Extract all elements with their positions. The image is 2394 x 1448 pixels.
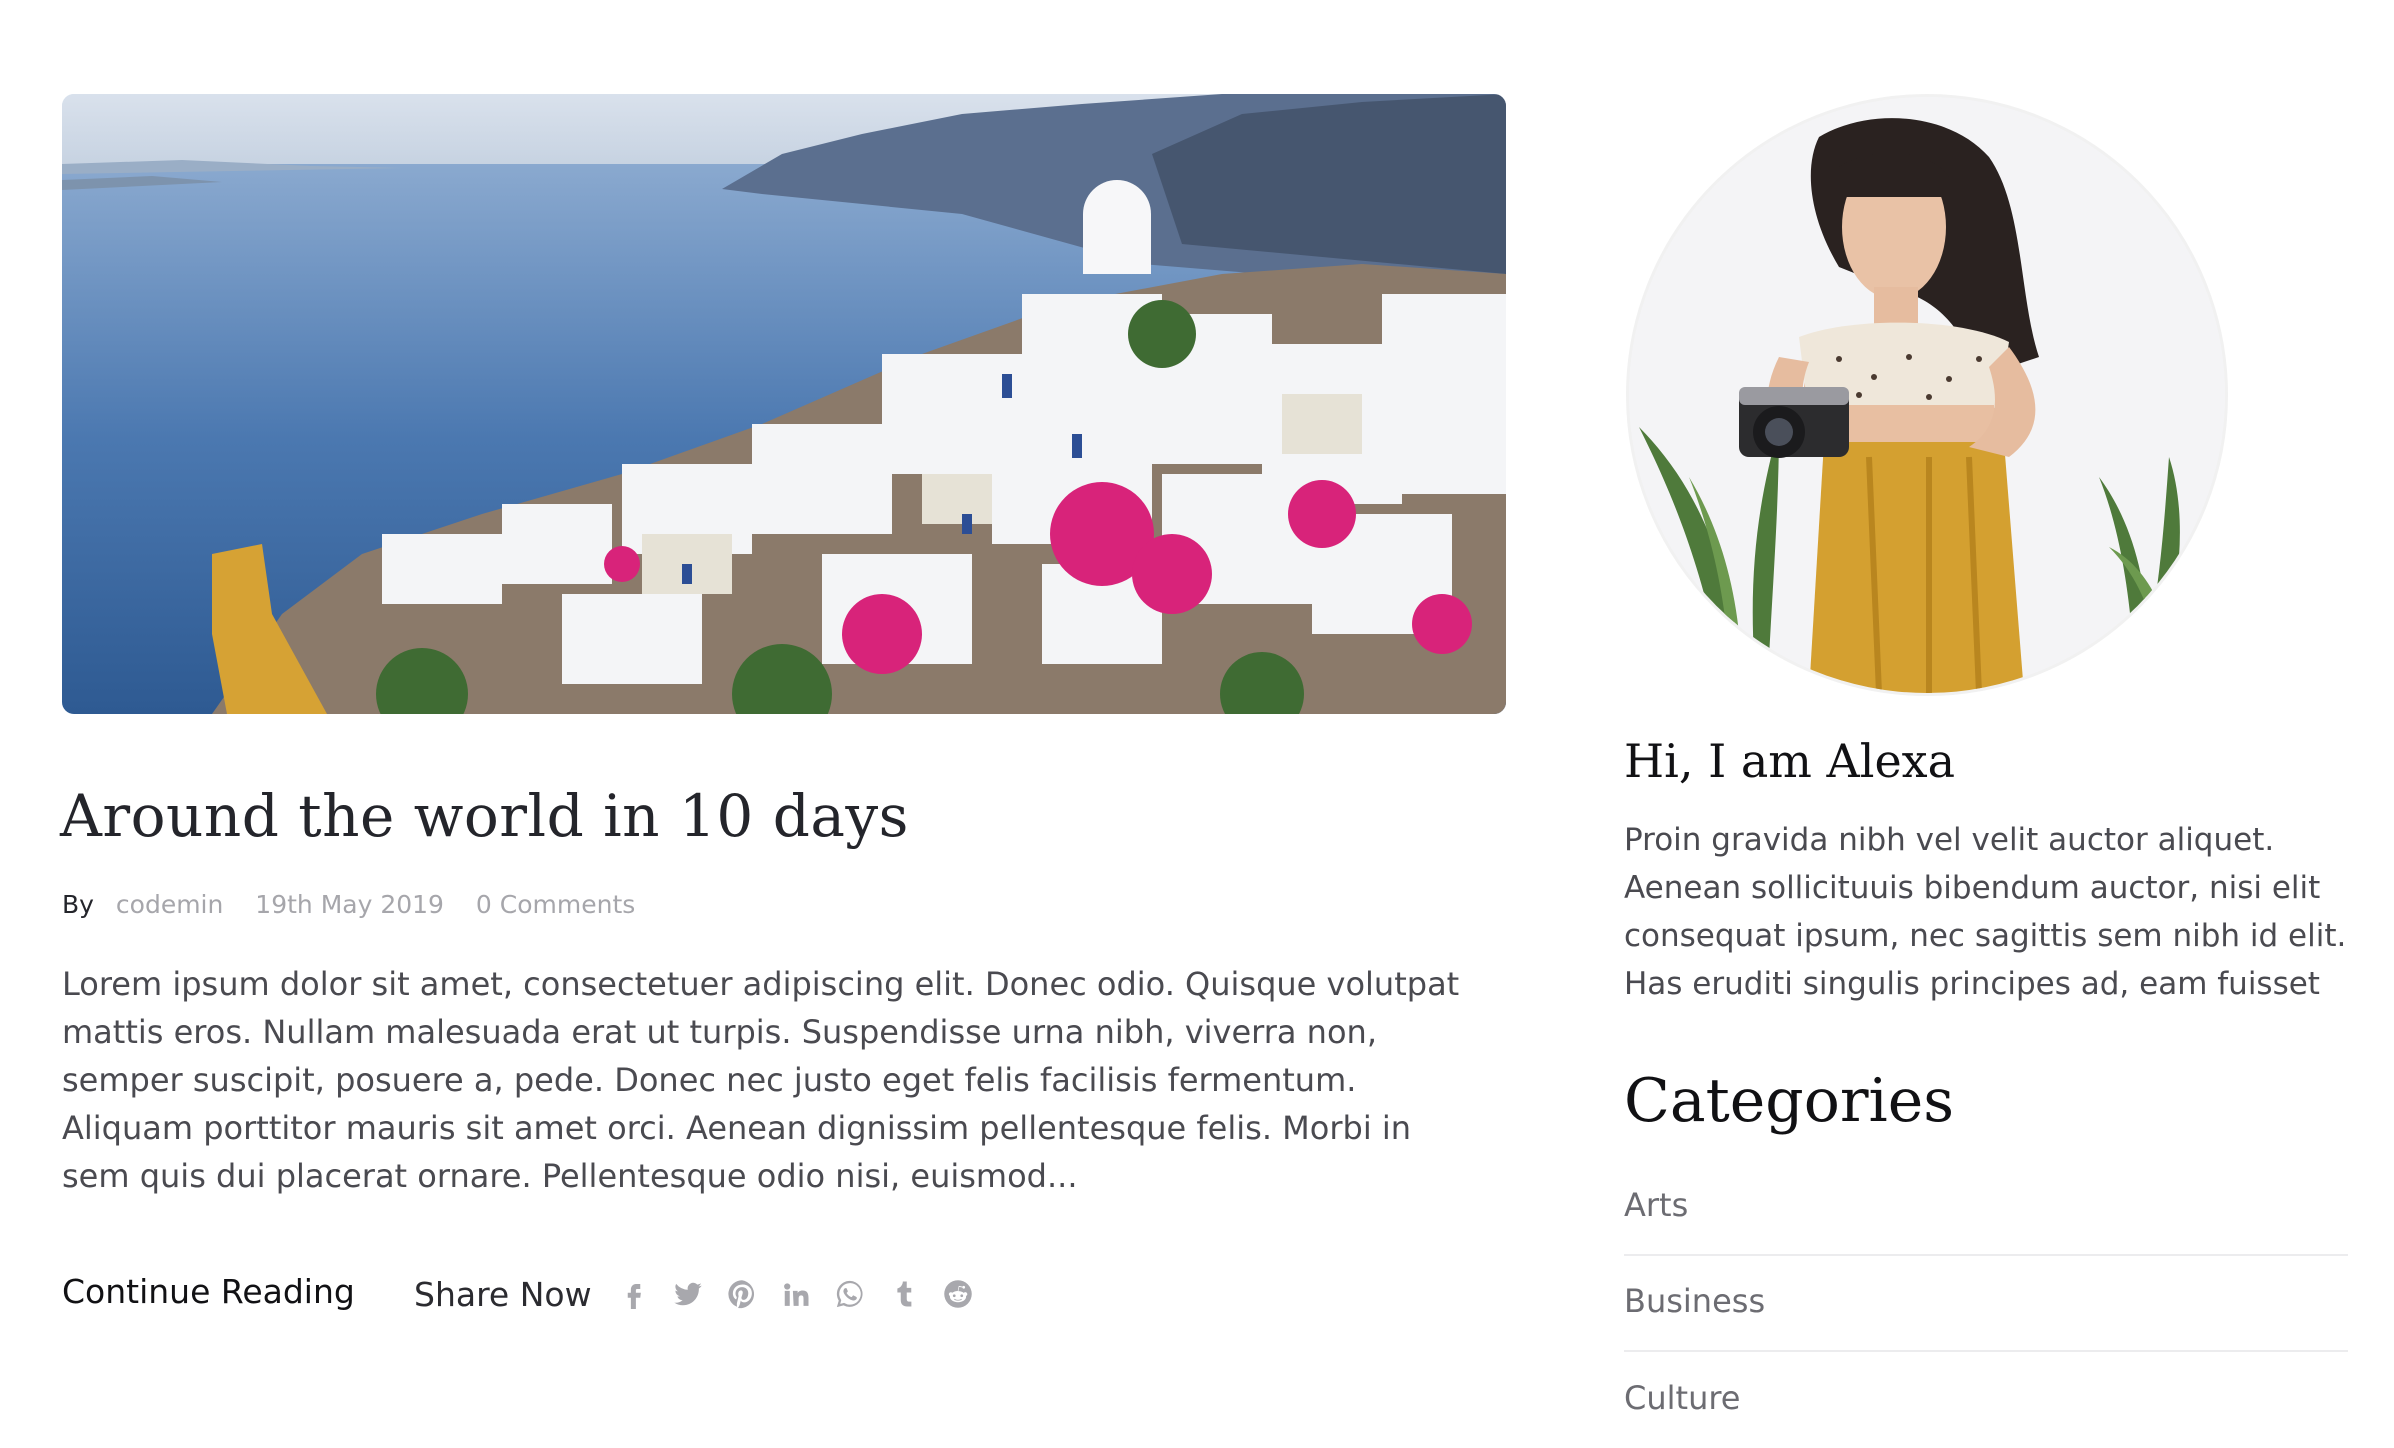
post-author-link[interactable]: codemin xyxy=(116,890,223,919)
santorini-illustration xyxy=(62,94,1506,714)
post-title[interactable]: Around the world in 10 days xyxy=(60,782,909,850)
continue-reading-link[interactable]: Continue Reading xyxy=(62,1272,355,1311)
post-meta: By codemin 19th May 2019 0 Comments xyxy=(62,890,659,919)
categories-list: Arts Business Culture xyxy=(1624,1160,2348,1448)
category-link-business[interactable]: Business xyxy=(1624,1282,1765,1320)
category-link-culture[interactable]: Culture xyxy=(1624,1379,1740,1417)
by-label: By xyxy=(62,890,94,919)
post-excerpt: Lorem ipsum dolor sit amet, consectetuer… xyxy=(62,965,1460,1195)
pinterest-icon[interactable] xyxy=(726,1278,758,1310)
twitter-icon[interactable] xyxy=(672,1278,704,1310)
share-bar: Share Now xyxy=(414,1272,996,1316)
share-label: Share Now xyxy=(414,1274,592,1314)
author-photo xyxy=(1629,97,2225,693)
linkedin-icon[interactable] xyxy=(780,1278,812,1310)
facebook-icon[interactable] xyxy=(618,1278,650,1310)
post-comments-link[interactable]: 0 Comments xyxy=(476,890,635,919)
post-featured-image[interactable] xyxy=(62,94,1506,714)
category-item-arts: Arts xyxy=(1624,1160,2348,1256)
categories-heading: Categories xyxy=(1624,1066,1954,1136)
author-heading: Hi, I am Alexa xyxy=(1624,734,1956,788)
post-date[interactable]: 19th May 2019 xyxy=(255,890,444,919)
reddit-icon[interactable] xyxy=(942,1278,974,1310)
author-bio: Proin gravida nibh vel velit auctor aliq… xyxy=(1624,822,2347,1002)
category-item-business: Business xyxy=(1624,1256,2348,1352)
category-item-culture: Culture xyxy=(1624,1352,2348,1448)
tumblr-icon[interactable] xyxy=(888,1278,920,1310)
author-avatar xyxy=(1626,94,2228,696)
whatsapp-icon[interactable] xyxy=(834,1278,866,1310)
category-link-arts[interactable]: Arts xyxy=(1624,1186,1688,1224)
